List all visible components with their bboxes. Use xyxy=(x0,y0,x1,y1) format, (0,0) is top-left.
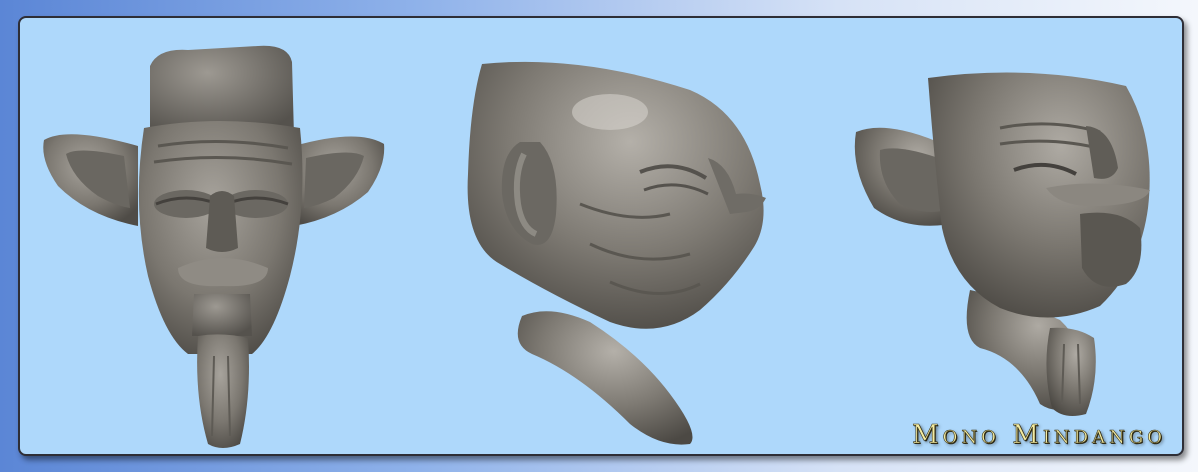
sculpt-three-quarter-view xyxy=(850,58,1168,422)
render-panel: Mono Mindango xyxy=(18,16,1184,456)
artwork-title: Mono Mindango xyxy=(912,420,1166,451)
sculpt-front-view xyxy=(38,36,408,454)
sculpt-side-view xyxy=(460,54,780,450)
